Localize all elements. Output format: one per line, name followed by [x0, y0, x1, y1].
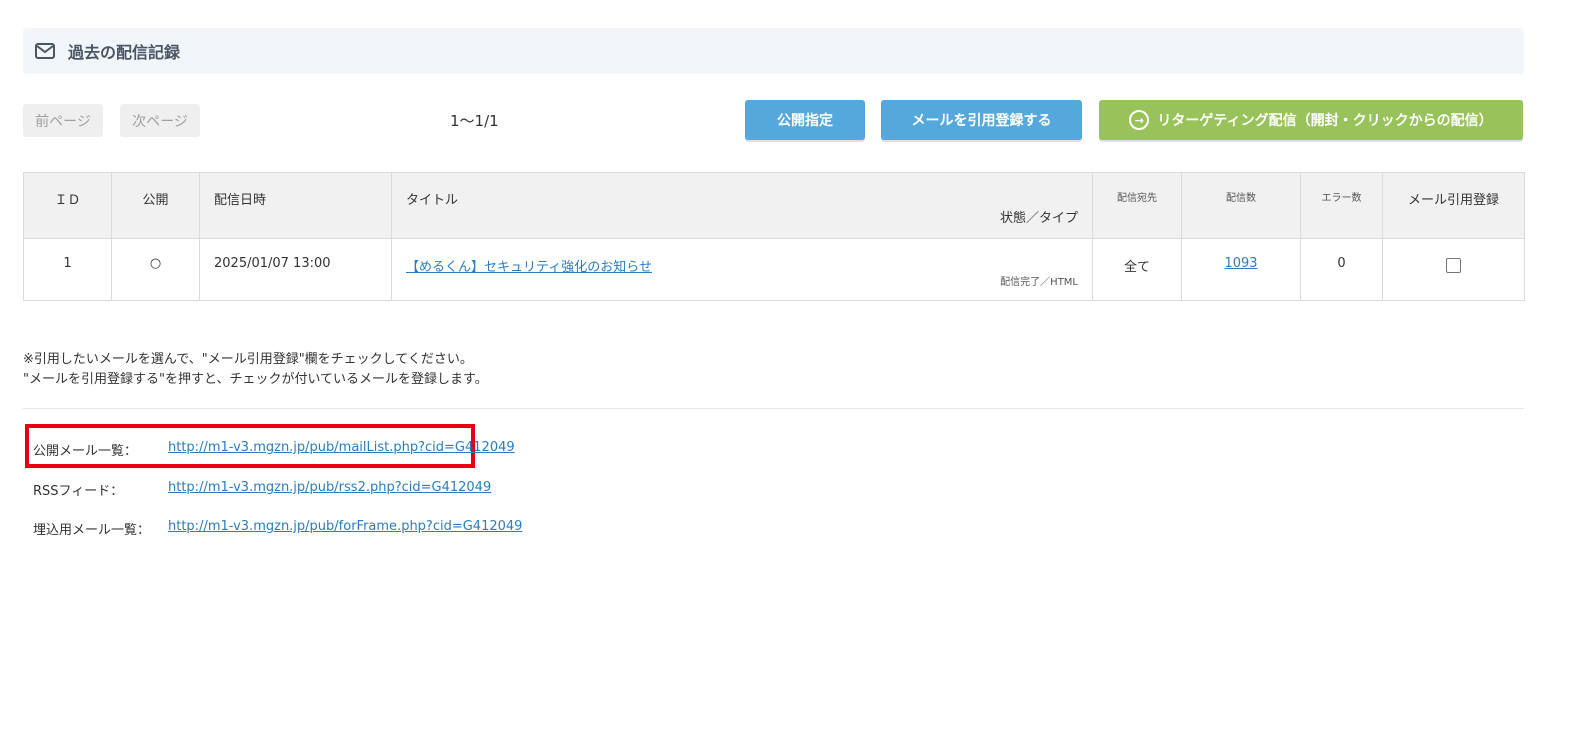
page-info: 1〜1/1 — [450, 112, 499, 130]
column-header-public: 公開 — [111, 172, 200, 239]
cell-status-type: 配信完了／HTML — [1000, 277, 1078, 288]
mail-title-link[interactable]: 【めるくん】セキュリティ強化のお知らせ — [406, 260, 652, 275]
embed-list-label: 埋込用メール一覧： — [33, 523, 151, 538]
column-header-quote: メール引用登録 — [1382, 172, 1525, 239]
table-header-row: ＩＤ 公開 配信日時 タイトル 状態／タイプ 配信宛先 配信数 エラー数 メール… — [23, 172, 1525, 239]
cell-id: 1 — [23, 238, 112, 301]
cell-count: 1093 — [1181, 238, 1301, 301]
rss-feed-label: RSSフィード： — [33, 484, 124, 499]
publish-button[interactable]: 公開指定 — [745, 100, 865, 140]
instruction-note: ※引用したいメールを選んで、"メール引用登録"欄をチェックしてください。 "メー… — [23, 350, 488, 390]
embed-list-row: 埋込用メール一覧： http://m1-v3.mgzn.jp/pub/forFr… — [33, 519, 522, 538]
cell-recipients: 全て — [1092, 238, 1182, 301]
rss-feed-row: RSSフィード： http://m1-v3.mgzn.jp/pub/rss2.p… — [33, 480, 491, 499]
public-list-label: 公開メール一覧： — [33, 444, 138, 459]
column-header-title-label: タイトル — [406, 193, 459, 208]
public-list-link[interactable]: http://m1-v3.mgzn.jp/pub/mailList.php?ci… — [168, 440, 515, 459]
next-page-button[interactable]: 次ページ — [120, 104, 200, 137]
retargeting-button[interactable]: → リターゲティング配信（開封・クリックからの配信） — [1099, 100, 1523, 140]
mail-history-table: ＩＤ 公開 配信日時 タイトル 状態／タイプ 配信宛先 配信数 エラー数 メール… — [23, 172, 1525, 301]
prev-page-button[interactable]: 前ページ — [23, 104, 103, 137]
instruction-line-2: "メールを引用登録する"を押すと、チェックが付いているメールを登録します。 — [23, 372, 488, 387]
page-title: 過去の配信記録 — [68, 43, 181, 62]
cell-quote — [1382, 238, 1525, 301]
column-header-id: ＩＤ — [23, 172, 112, 239]
column-header-title: タイトル 状態／タイプ — [391, 172, 1093, 239]
section-header: 過去の配信記録 — [23, 28, 1524, 74]
table-row: 1 ○ 2025/01/07 13:00 【めるくん】セキュリティ強化のお知らせ… — [23, 238, 1525, 301]
column-header-count: 配信数 — [1181, 172, 1301, 239]
cell-date: 2025/01/07 13:00 — [199, 238, 392, 301]
cell-public: ○ — [111, 238, 200, 301]
embed-list-link[interactable]: http://m1-v3.mgzn.jp/pub/forFrame.php?ci… — [168, 519, 522, 538]
retargeting-button-label: リターゲティング配信（開封・クリックからの配信） — [1157, 113, 1493, 129]
circle-arrow-right-icon: → — [1129, 110, 1150, 130]
quote-register-checkbox[interactable] — [1446, 258, 1461, 273]
column-header-status-type: 状態／タイプ — [999, 211, 1078, 226]
divider — [23, 408, 1524, 409]
public-list-row: 公開メール一覧： http://m1-v3.mgzn.jp/pub/mailLi… — [33, 440, 515, 459]
delivery-count-link[interactable]: 1093 — [1224, 256, 1257, 271]
cell-title: 【めるくん】セキュリティ強化のお知らせ 配信完了／HTML — [391, 238, 1093, 301]
cell-errors: 0 — [1300, 238, 1383, 301]
column-header-recipients: 配信宛先 — [1092, 172, 1182, 239]
instruction-line-1: ※引用したいメールを選んで、"メール引用登録"欄をチェックしてください。 — [23, 352, 473, 367]
column-header-date: 配信日時 — [199, 172, 392, 239]
column-header-errors: エラー数 — [1300, 172, 1383, 239]
mail-icon — [35, 43, 55, 59]
rss-feed-link[interactable]: http://m1-v3.mgzn.jp/pub/rss2.php?cid=G4… — [168, 480, 491, 499]
quote-register-button[interactable]: メールを引用登録する — [881, 100, 1082, 140]
